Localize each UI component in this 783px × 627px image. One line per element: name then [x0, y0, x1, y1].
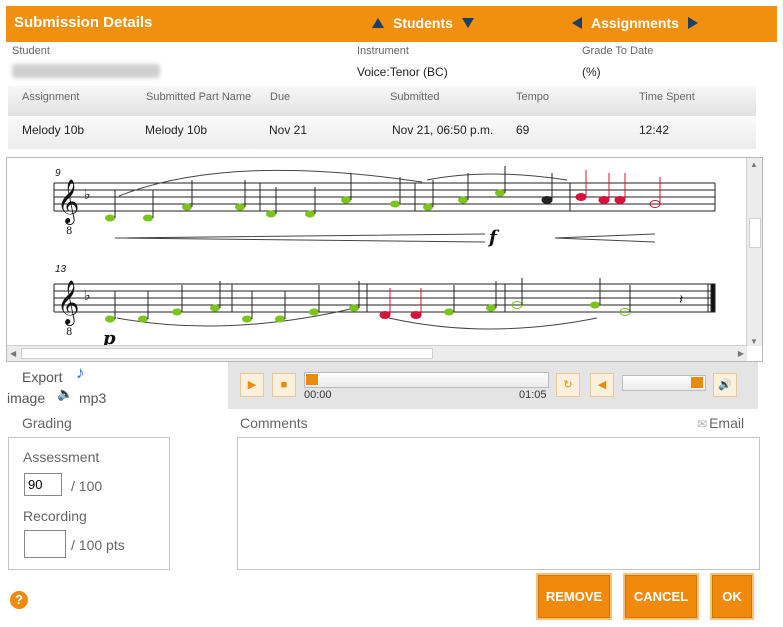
envelope-icon: ✉: [697, 417, 708, 431]
submission-table-header: Assignment Submitted Part Name Due Submi…: [8, 86, 756, 117]
export-label: Export: [22, 369, 63, 385]
grade-to-date-label: Grade To Date: [582, 45, 654, 57]
dynamic-marking: f: [487, 227, 500, 248]
column-header: Assignment: [22, 91, 80, 103]
cancel-button[interactable]: CANCEL: [623, 573, 699, 620]
email-label: Email: [709, 415, 745, 431]
assessment-input[interactable]: [24, 473, 62, 496]
speaker-icon[interactable]: 🔈: [57, 386, 73, 402]
svg-text:8: 8: [66, 327, 72, 338]
previous-student-icon[interactable]: [372, 18, 384, 28]
dynamic-marking: p: [103, 328, 116, 345]
column-header: Time Spent: [639, 91, 695, 103]
scroll-left-icon[interactable]: ◀: [10, 349, 16, 358]
comments-textarea[interactable]: [237, 437, 760, 570]
measure-number: 13: [55, 264, 67, 275]
stop-button[interactable]: ■: [272, 373, 296, 397]
score-horizontal-scrollbar[interactable]: ◀ ▶: [7, 345, 747, 361]
students-nav[interactable]: Students: [372, 15, 474, 31]
table-cell: Nov 21: [269, 123, 308, 137]
comments-title: Comments: [240, 415, 308, 431]
column-header: Submitted: [390, 91, 440, 103]
svg-text:♭: ♭: [84, 187, 91, 203]
table-cell: Nov 21, 06:50 p.m.: [392, 123, 494, 137]
recording-suffix: / 100 pts: [71, 537, 125, 553]
ok-button[interactable]: OK: [710, 573, 754, 620]
volume-down-button[interactable]: ◀: [590, 373, 614, 397]
total-time: 01:05: [519, 389, 547, 401]
help-button[interactable]: ?: [10, 591, 28, 609]
volume-knob[interactable]: [691, 377, 703, 388]
page-title: Submission Details: [14, 14, 153, 31]
remove-button[interactable]: REMOVE: [536, 573, 612, 620]
audio-player: ▶ ■ 00:00 01:05 ↻ ◀ 🔊: [228, 362, 758, 409]
next-student-icon[interactable]: [461, 18, 474, 28]
instrument-label: Instrument: [357, 45, 409, 57]
treble-clef-icon: 𝄞: [57, 280, 79, 326]
grading-panel: Assessment / 100 Recording / 100 pts: [8, 437, 170, 570]
email-link[interactable]: ✉ Email: [697, 415, 744, 431]
volume-slider[interactable]: [622, 375, 706, 391]
student-label: Student: [12, 45, 50, 57]
assignments-label: Assignments: [591, 15, 679, 31]
students-label: Students: [393, 15, 453, 31]
table-cell: 12:42: [639, 123, 670, 137]
volume-up-button[interactable]: 🔊: [713, 373, 737, 397]
grade-to-date-value: (%): [582, 65, 601, 79]
assignments-nav[interactable]: Assignments: [572, 15, 698, 31]
recording-label: Recording: [23, 508, 87, 524]
scroll-thumb[interactable]: [21, 348, 433, 359]
scroll-up-icon[interactable]: ▲: [750, 160, 758, 169]
grading-title: Grading: [22, 415, 72, 431]
music-notation: 𝄞 8 ♭ 𝄞 8 ♭ 9 13 f p 𝄽: [53, 166, 716, 345]
treble-clef-icon: 𝄞: [57, 179, 79, 225]
scroll-down-icon[interactable]: ▼: [750, 337, 758, 346]
scroll-right-icon[interactable]: ▶: [738, 349, 744, 358]
progress-knob[interactable]: [306, 374, 318, 385]
table-row: Melody 10b Melody 10b Nov 21 Nov 21, 06:…: [8, 116, 756, 149]
column-header: Submitted Part Name: [146, 91, 252, 103]
next-assignment-icon[interactable]: [687, 17, 698, 29]
score-viewer[interactable]: 𝄞 8 ♭ 𝄞 8 ♭ 9 13 f p 𝄽 ▲ ▼ ◀ ▶: [6, 157, 763, 362]
scroll-thumb[interactable]: [749, 218, 761, 248]
svg-text:♭: ♭: [84, 288, 91, 304]
table-cell: Melody 10b: [22, 123, 85, 137]
score-vertical-scrollbar[interactable]: ▲ ▼: [746, 158, 762, 346]
table-cell: Melody 10b: [145, 123, 208, 137]
table-cell: 69: [516, 123, 530, 137]
export-mp3-link[interactable]: mp3: [79, 390, 106, 406]
header-bar: Submission Details Students Assignments: [6, 6, 777, 42]
svg-text:𝄽: 𝄽: [679, 291, 683, 307]
current-time: 00:00: [304, 389, 332, 401]
student-name-redacted: [12, 64, 160, 78]
assessment-suffix: / 100: [71, 478, 103, 494]
export-image-link[interactable]: image: [7, 390, 45, 406]
playback-progress-bar[interactable]: [304, 372, 549, 388]
svg-text:8: 8: [66, 226, 72, 237]
recording-input[interactable]: [24, 530, 66, 558]
loop-button[interactable]: ↻: [556, 373, 580, 397]
instrument-value: Voice:Tenor (BC): [357, 65, 448, 79]
column-header: Tempo: [516, 91, 550, 103]
play-button[interactable]: ▶: [240, 373, 264, 397]
music-note-icon[interactable]: ♪: [76, 363, 85, 383]
previous-assignment-icon[interactable]: [572, 17, 582, 29]
column-header: Due: [270, 91, 291, 103]
measure-number: 9: [55, 168, 61, 179]
assessment-label: Assessment: [23, 449, 100, 465]
